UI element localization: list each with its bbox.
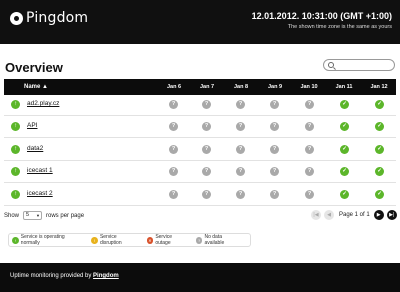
up-arrow-icon: ↑ [11,189,20,199]
check-icon[interactable]: ✓ [375,122,384,132]
logo-text: Pingdom [26,10,89,26]
outage-icon: ✕ [146,236,154,244]
no-data-icon[interactable]: ? [236,122,245,132]
previous-page-button[interactable]: ◀ [324,210,334,220]
legend-item-outage: ✕ Service outage [146,234,188,246]
no-data-icon[interactable]: ? [236,167,245,177]
no-data-icon[interactable]: ? [202,144,211,154]
check-name-link[interactable]: API [27,122,37,129]
table-row[interactable]: ↑ data2????? ✓ ✓ [4,140,396,161]
show-label: Show [4,212,20,219]
check-icon[interactable]: ✓ [375,189,384,199]
no-data-icon[interactable]: ? [202,100,211,109]
no-data-icon[interactable]: ? [270,122,279,132]
current-time: 12.01.2012. 10:31:00 (GMT +1:00) [251,11,392,21]
check-icon[interactable]: ✓ [340,189,349,199]
check-icon[interactable]: ✓ [375,144,384,154]
no-data-icon: ? [195,236,203,244]
check-icon[interactable]: ✓ [375,167,384,177]
legend-label: Service is operating normally [20,234,65,246]
no-data-icon[interactable]: ? [169,122,178,132]
chevron-down-icon: ▼ [36,213,41,218]
rows-per-page-select[interactable]: 5 ▼ [23,211,43,220]
search-icon [328,62,334,68]
check-icon[interactable]: ✓ [375,100,384,109]
check-name-link[interactable]: ad2.play.cz [27,100,59,107]
no-data-icon[interactable]: ? [305,167,314,177]
search-input[interactable] [336,61,390,69]
no-data-icon[interactable]: ? [236,189,245,199]
no-data-icon[interactable]: ? [270,144,279,154]
column-header-name[interactable]: Name ▲ [24,84,84,90]
footer-prefix: Uptime monitoring provided by [10,273,94,279]
rows-per-page-label: rows per page [46,212,85,219]
rows-per-page: Show 5 ▼ rows per page [4,211,84,220]
up-arrow-icon: ↑ [11,122,20,132]
column-header-day: Jan 11 [335,84,353,90]
footer: Uptime monitoring provided by Pingdom [0,263,400,292]
column-header-day: Jan 10 [300,84,318,90]
up-arrow-icon: ↑ [12,236,19,244]
table-row[interactable]: ↑ API????? ✓ ✓ [4,117,396,139]
check-icon[interactable]: ✓ [340,167,349,177]
pingdom-logo[interactable]: Pingdom [10,10,88,26]
table-row[interactable]: ↑ icecast 2????? ✓ ✓ [4,185,396,206]
top-bar: Pingdom 12.01.2012. 10:31:00 (GMT +1:00)… [0,0,400,44]
no-data-icon[interactable]: ? [169,167,178,177]
table-row[interactable]: ↑ ad2.play.cz????? ✓ ✓ [4,95,396,116]
legend-label: Service disruption [99,234,122,246]
check-name-link[interactable]: icecast 2 [27,190,53,197]
no-data-icon[interactable]: ? [305,100,314,109]
legend-label: No data available [204,234,225,246]
rows-per-page-value: 5 [26,212,30,218]
legend-item-ok: ↑ Service is operating normally [12,234,83,246]
pagination: |◀ ◀ Page 1 of 1 ▶ ▶| [311,210,400,220]
no-data-icon[interactable]: ? [236,144,245,154]
check-icon[interactable]: ✓ [340,100,349,109]
no-data-icon[interactable]: ? [270,167,279,177]
check-name-link[interactable]: icecast 1 [27,167,53,174]
up-arrow-icon: ↑ [11,167,20,177]
search-box[interactable] [323,59,395,71]
no-data-icon[interactable]: ? [270,189,279,199]
legend-label: Service outage [155,234,172,246]
no-data-icon[interactable]: ? [169,144,178,154]
footer-pingdom-link[interactable]: Pingdom [93,273,119,279]
no-data-icon[interactable]: ? [202,167,211,177]
up-arrow-icon: ↑ [11,100,20,109]
disruption-icon: ! [91,236,98,244]
up-arrow-icon: ↑ [11,144,20,154]
first-page-button[interactable]: |◀ [311,210,321,220]
status-legend: ↑ Service is operating normally ! Servic… [8,233,251,247]
check-name-link[interactable]: data2 [27,145,43,152]
no-data-icon[interactable]: ? [305,189,314,199]
page-title: Overview [5,60,63,75]
clock: 12.01.2012. 10:31:00 (GMT +1:00) The sho… [252,11,392,30]
page-indicator: Page 1 of 1 [339,212,370,218]
legend-item-disruption: ! Service disruption [91,234,138,246]
no-data-icon[interactable]: ? [236,100,245,109]
column-header-day: Jan 12 [370,84,388,90]
no-data-icon[interactable]: ? [202,189,211,199]
no-data-icon[interactable]: ? [270,100,279,109]
no-data-icon[interactable]: ? [305,122,314,132]
legend-item-nodata: ? No data available [195,234,242,246]
footer-text: Uptime monitoring provided by Pingdom [10,273,119,279]
no-data-icon[interactable]: ? [202,122,211,132]
logo-mark-icon [10,11,23,25]
no-data-icon[interactable]: ? [169,189,178,199]
table-row[interactable]: ↑ icecast 1????? ✓ ✓ [4,162,396,184]
time-zone-note: The shown time zone is the same as yours [287,24,392,30]
check-icon[interactable]: ✓ [340,144,349,154]
last-page-button[interactable]: ▶| [386,210,397,220]
next-page-button[interactable]: ▶ [373,210,384,220]
no-data-icon[interactable]: ? [305,144,314,154]
no-data-icon[interactable]: ? [169,100,178,109]
table-header: Name ▲ Jan 6 Jan 7 Jan 8 Jan 9 Jan 10 Ja… [4,79,396,95]
check-icon[interactable]: ✓ [340,122,349,132]
